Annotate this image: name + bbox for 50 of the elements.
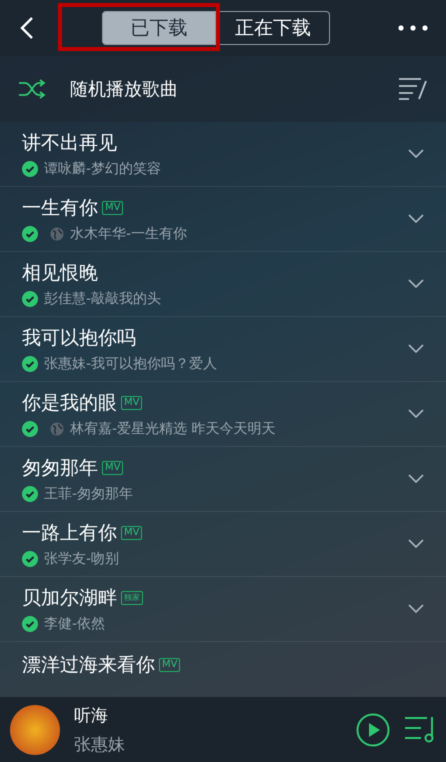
song-title: 漂洋过海来看你 [22,653,155,678]
playlist-icon[interactable] [404,714,436,744]
chevron-down-icon[interactable] [408,409,424,419]
tag-label: MV [121,526,142,540]
chevron-down-icon[interactable] [408,604,424,614]
artist-album-text: 李健-依然 [44,615,106,633]
song-title: 你是我的眼 [22,391,117,416]
song-title: 一路上有你 [22,521,117,546]
song-row[interactable]: 我可以抱你吗 张惠妹-我可以抱你吗？爱人 [0,317,446,382]
song-row[interactable]: 一路上有你 MV 张学友-吻别 [0,512,446,577]
chevron-down-icon[interactable] [408,149,424,159]
song-row[interactable]: 匆匆那年 MV 王菲-匆匆那年 [0,447,446,512]
sort-list-icon[interactable] [398,77,428,101]
song-title: 一生有你 [22,196,98,221]
song-title: 我可以抱你吗 [22,326,136,351]
song-row[interactable]: 相见恨晚 彭佳慧-敲敲我的头 [0,252,446,317]
album-cover-placeholder[interactable] [10,704,60,754]
tab[interactable]: 已下载 [102,11,216,45]
now-playing-title: 听海 [74,704,109,726]
song-row[interactable]: 你是我的眼 MV 林宥嘉-爱星光精选 昨天今天明天 [0,382,446,447]
tag-label: MV [159,658,180,672]
tag-label: 独家 [121,591,143,605]
artist-album-text: 彭佳慧-敲敲我的头 [44,290,162,308]
song-title: 相见恨晚 [22,261,98,286]
artist-album-text: 张惠妹-我可以抱你吗？爱人 [44,355,218,373]
artist-album-text: 谭咏麟-梦幻的笑容 [44,160,162,178]
artist-album-text: 水木年华-一生有你 [70,225,188,243]
chevron-down-icon[interactable] [408,279,424,289]
song-row[interactable]: 讲不出再见 谭咏麟-梦幻的笑容 [0,122,446,187]
song-title: 匆匆那年 [22,456,98,481]
artist-album-text: 林宥嘉-爱星光精选 昨天今天明天 [70,420,276,438]
tag-label: MV [121,396,142,410]
shuffle-icon[interactable] [18,79,46,99]
more-icon [398,25,428,31]
chevron-down-icon[interactable] [408,474,424,484]
song-row[interactable]: 一生有你 MV 水木年华-一生有你 [0,187,446,252]
tag-label: MV [102,461,124,475]
play-icon[interactable] [356,712,390,746]
back-icon [20,16,34,40]
artist-album-text: 张学友-吻别 [44,550,120,568]
song-title: 贝加尔湖畔 [22,586,117,611]
tag-label: MV [102,201,124,215]
song-title: 讲不出再见 [22,131,117,156]
chevron-down-icon[interactable] [408,539,424,549]
song-row[interactable]: 贝加尔湖畔 独家 李健-依然 [0,577,446,642]
now-playing-artist: 张惠妹 [74,734,126,756]
artist-album-text: 王菲-匆匆那年 [44,485,134,503]
chevron-down-icon[interactable] [408,344,424,354]
chevron-down-icon[interactable] [408,214,424,224]
song-row[interactable]: 漂洋过海来看你 MV [0,642,446,697]
